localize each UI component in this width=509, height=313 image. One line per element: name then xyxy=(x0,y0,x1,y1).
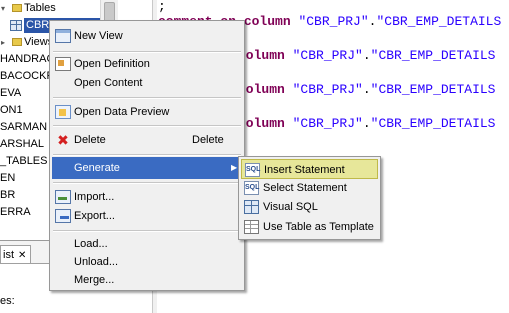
submenu-item-insert-statement[interactable]: SQL Insert Statement xyxy=(241,159,378,179)
menu-item-label: Generate xyxy=(74,162,120,174)
code-text: . xyxy=(362,48,371,63)
menu-item-label: Export... xyxy=(74,210,115,222)
menu-item-open-data-preview[interactable]: Open Data Preview xyxy=(52,101,242,123)
submenu-arrow-icon: ▶ xyxy=(231,163,238,172)
submenu-item-select-statement[interactable]: SQL Select Statement xyxy=(241,178,378,198)
tree-item[interactable]: HANDRAG xyxy=(0,51,55,68)
sql-string: "CBR_PRJ" xyxy=(292,116,363,131)
menu-item-label: Merge... xyxy=(74,274,115,286)
close-icon[interactable]: ✕ xyxy=(18,250,26,261)
open-content-icon xyxy=(55,76,71,90)
import-icon xyxy=(55,190,71,204)
sql-string: "CBR_EMP_DETAILS xyxy=(370,48,496,63)
sql-keyword: column xyxy=(238,82,285,97)
sql-string: "CBR_EMP_DETAILS xyxy=(370,116,496,131)
tree-item-label: ERRA xyxy=(0,206,31,218)
menu-item-label: Open Data Preview xyxy=(74,106,170,118)
tree-item-label: _TABLES xyxy=(0,155,48,167)
menu-item-new-view[interactable]: New View xyxy=(52,25,242,47)
menu-item-label: New View xyxy=(74,30,123,42)
tree-item-label: ON1 xyxy=(0,104,23,116)
code-line: column "CBR_PRJ"."CBR_EMP_DETAILS xyxy=(238,48,495,63)
folder-icon xyxy=(12,4,22,13)
code-line: ; xyxy=(158,0,166,14)
tree-node-label: Tables xyxy=(24,2,56,14)
data-preview-icon xyxy=(55,105,71,119)
submenu-item-label: Insert Statement xyxy=(264,164,345,176)
menu-item-delete[interactable]: ✖ Delete Delete xyxy=(52,129,242,151)
submenu-item-label: Visual SQL xyxy=(263,201,318,213)
menu-separator xyxy=(53,125,241,127)
tree-item[interactable]: EN xyxy=(0,170,15,187)
tree-item-label: HANDRAG xyxy=(0,53,56,65)
tree-item[interactable]: SARMAN xyxy=(0,119,47,136)
menu-item-label: Open Content xyxy=(74,77,143,89)
menu-separator xyxy=(53,154,241,156)
export-icon xyxy=(55,209,71,223)
sql-string: "CBR_PRJ" xyxy=(292,48,363,63)
tree-item[interactable]: _TABLES xyxy=(0,153,48,170)
view-tab-label: ist xyxy=(3,249,14,261)
menu-separator xyxy=(53,97,241,99)
tree-item-label: ARSHAL xyxy=(0,138,45,150)
menu-item-merge[interactable]: Merge... xyxy=(52,269,242,291)
sql-icon: SQL xyxy=(244,181,259,195)
tree-item-label: BR xyxy=(0,189,16,201)
menu-item-shortcut: Delete xyxy=(192,134,224,146)
delete-icon: ✖ xyxy=(57,132,69,148)
menu-item-generate[interactable]: Generate ▶ xyxy=(52,157,242,179)
menu-item-label: Delete xyxy=(74,134,106,146)
menu-item-open-content[interactable]: Open Content xyxy=(52,72,242,94)
menu-separator xyxy=(53,182,241,184)
menu-separator xyxy=(53,230,241,232)
sql-keyword: column xyxy=(238,116,285,131)
tree-item-label: SARMAN xyxy=(0,121,48,133)
folder-icon xyxy=(12,38,22,47)
sql-icon: SQL xyxy=(245,163,260,177)
tree-item[interactable]: EVA xyxy=(0,85,21,102)
visual-sql-icon xyxy=(244,200,259,214)
code-text: . xyxy=(362,116,371,131)
tree-node-tables[interactable]: ▾ Tables xyxy=(0,0,56,17)
tree-item-label: EVA xyxy=(0,87,22,99)
view-body-label: es: xyxy=(0,295,15,307)
tree-item-label: EN xyxy=(0,172,16,184)
tree-item[interactable]: ON1 xyxy=(0,102,23,119)
code-text: ; xyxy=(158,0,166,14)
view-tab[interactable]: ist ✕ xyxy=(0,245,32,263)
submenu-item-label: Select Statement xyxy=(263,182,347,194)
submenu-item-use-table-as-template[interactable]: Use Table as Template xyxy=(241,217,378,237)
sql-string: "CBR_PRJ" xyxy=(292,82,363,97)
tree-node-views[interactable]: ▸ Views xyxy=(0,34,53,51)
generate-submenu: SQL Insert Statement SQL Select Statement … xyxy=(238,156,381,240)
tree-item[interactable]: BR xyxy=(0,187,15,204)
context-menu: New View Open Definition Open Content Op… xyxy=(49,20,245,291)
open-definition-icon xyxy=(55,57,71,71)
sql-string: "CBR_PRJ" xyxy=(298,14,369,29)
code-line: column "CBR_PRJ"."CBR_EMP_DETAILS xyxy=(238,82,495,97)
code-text: . xyxy=(362,82,371,97)
code-line: column "CBR_PRJ"."CBR_EMP_DETAILS xyxy=(238,116,495,131)
submenu-item-visual-sql[interactable]: Visual SQL xyxy=(241,197,378,217)
sql-keyword: column xyxy=(238,48,285,63)
tree-item[interactable]: ERRA xyxy=(0,204,31,221)
table-template-icon xyxy=(244,220,259,234)
menu-item-export[interactable]: Export... xyxy=(52,205,242,227)
collapse-icon[interactable]: ▾ xyxy=(1,0,10,17)
sql-string: "CBR_EMP_DETAILS xyxy=(376,14,502,29)
expand-icon[interactable]: ▸ xyxy=(1,34,10,51)
table-icon xyxy=(10,19,22,31)
sql-string: "CBR_EMP_DETAILS xyxy=(370,82,496,97)
tree-item[interactable]: ARSHAL xyxy=(0,136,44,153)
new-view-icon xyxy=(55,29,71,43)
submenu-item-label: Use Table as Template xyxy=(263,221,374,233)
